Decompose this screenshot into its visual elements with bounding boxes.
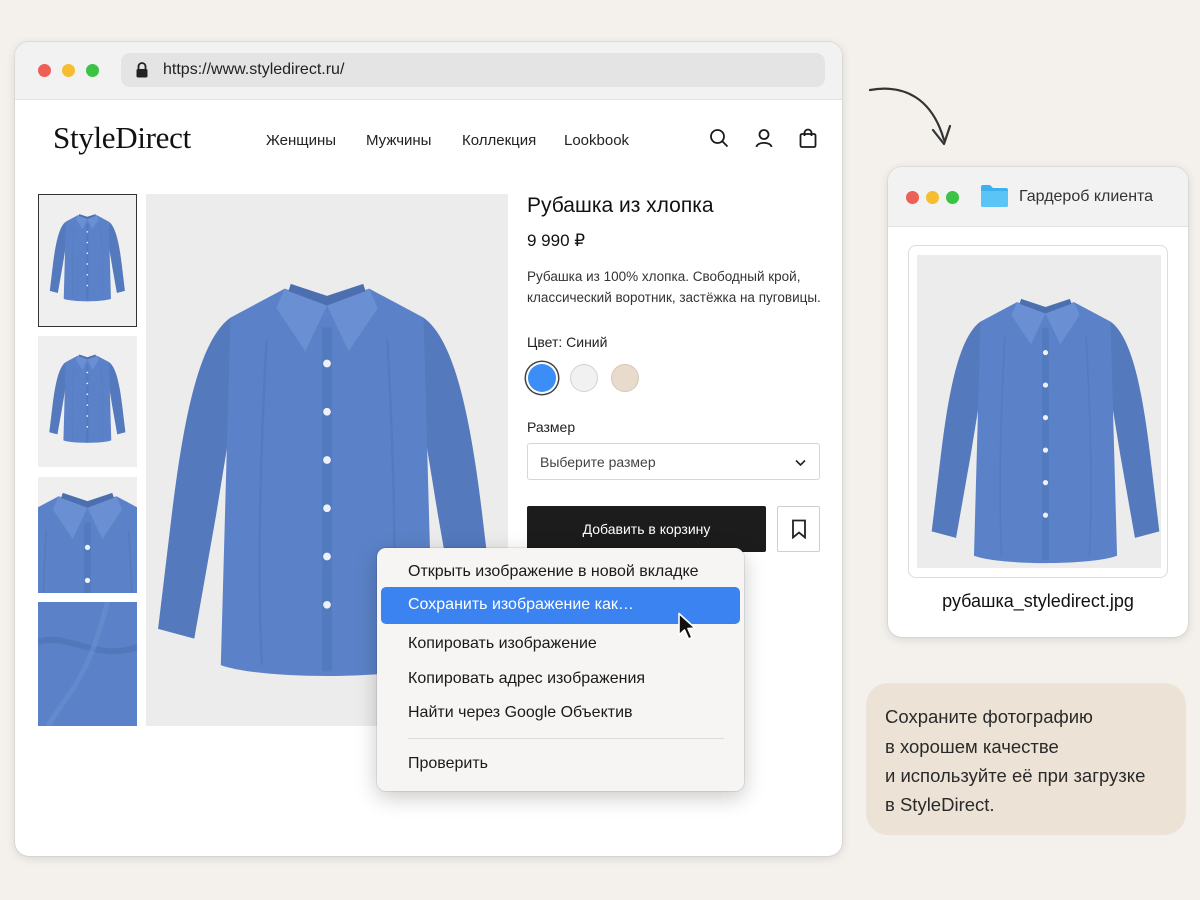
thumbnail-back[interactable]: [38, 336, 137, 467]
product-price: 9 990 ₽: [527, 231, 586, 250]
arrow-icon: [868, 87, 952, 146]
thumbnail-fabric[interactable]: [38, 602, 137, 726]
menu-copy-image[interactable]: Копировать изображение: [408, 635, 597, 653]
menu-separator: [408, 738, 724, 739]
nav-collection[interactable]: Коллекция: [462, 132, 536, 149]
size-select-placeholder: Выберите размер: [540, 454, 656, 470]
bookmark-button[interactable]: [777, 506, 820, 552]
folder-window: Гардероб клиента рубашка_styledirect.jpg: [888, 167, 1188, 637]
context-menu: Открыть изображение в новой вкладке Сохр…: [377, 548, 744, 791]
url-text: https://www.styledirect.ru/: [163, 61, 345, 78]
maximize-window-button[interactable]: [86, 64, 99, 77]
menu-inspect[interactable]: Проверить: [408, 755, 488, 773]
color-swatch-white[interactable]: [570, 364, 598, 392]
tip-note: Сохраните фотографию в хорошем качестве …: [866, 683, 1186, 835]
product-title: Рубашка из хлопка: [527, 194, 714, 217]
add-to-cart-button[interactable]: Добавить в корзину: [527, 506, 766, 552]
menu-open-image-new-tab[interactable]: Открыть изображение в новой вкладке: [408, 563, 699, 581]
tip-line-2: в хорошем качестве: [885, 736, 1059, 757]
folder-close-button[interactable]: [906, 191, 919, 204]
minimize-window-button[interactable]: [62, 64, 75, 77]
tip-line-3: и используйте её при загрузке: [885, 765, 1146, 786]
color-label: Цвет: Синий: [527, 334, 608, 350]
thumbnail-front[interactable]: [38, 194, 137, 327]
menu-copy-image-address[interactable]: Копировать адрес изображения: [408, 670, 645, 688]
menu-save-image-as-label: Сохранить изображение как…: [408, 596, 634, 613]
saved-file-card[interactable]: [908, 245, 1168, 578]
bookmark-icon: [792, 519, 806, 539]
address-bar[interactable]: https://www.styledirect.ru/: [121, 53, 825, 87]
menu-search-google-lens[interactable]: Найти через Google Объектив: [408, 704, 633, 722]
nav-lookbook[interactable]: Lookbook: [564, 132, 629, 149]
description-line-1: Рубашка из 100% хлопка. Свободный крой,: [527, 269, 801, 284]
mouse-cursor-icon: [678, 612, 696, 640]
folder-maximize-button[interactable]: [946, 191, 959, 204]
folder-icon: [981, 185, 1008, 207]
site-logo[interactable]: StyleDirect: [53, 120, 191, 156]
product-description: Рубашка из 100% хлопка. Свободный крой, …: [527, 266, 827, 308]
folder-titlebar: Гардероб клиента: [888, 167, 1188, 227]
nav-men[interactable]: Мужчины: [366, 132, 431, 149]
folder-title: Гардероб клиента: [1019, 188, 1154, 205]
thumbnail-collar[interactable]: [38, 477, 137, 593]
browser-toolbar: https://www.styledirect.ru/: [15, 42, 842, 100]
color-swatch-beige[interactable]: [611, 364, 639, 392]
close-window-button[interactable]: [38, 64, 51, 77]
shopping-bag-icon[interactable]: [798, 128, 818, 148]
tip-line-4: в StyleDirect.: [885, 794, 995, 815]
search-icon[interactable]: [709, 128, 729, 148]
tip-line-1: Сохраните фотографию: [885, 706, 1093, 727]
chevron-down-icon: [795, 459, 806, 467]
saved-file-name: рубашка_styledirect.jpg: [942, 591, 1134, 611]
description-line-2: классический воротник, застёжка на пугов…: [527, 290, 821, 305]
size-select[interactable]: Выберите размер: [527, 443, 820, 480]
user-icon[interactable]: [754, 128, 774, 148]
lock-icon: [136, 62, 148, 78]
size-label: Размер: [527, 419, 576, 435]
color-swatch-blue[interactable]: [528, 364, 556, 392]
saved-file-preview: [917, 255, 1161, 568]
nav-women[interactable]: Женщины: [266, 132, 336, 149]
folder-minimize-button[interactable]: [926, 191, 939, 204]
